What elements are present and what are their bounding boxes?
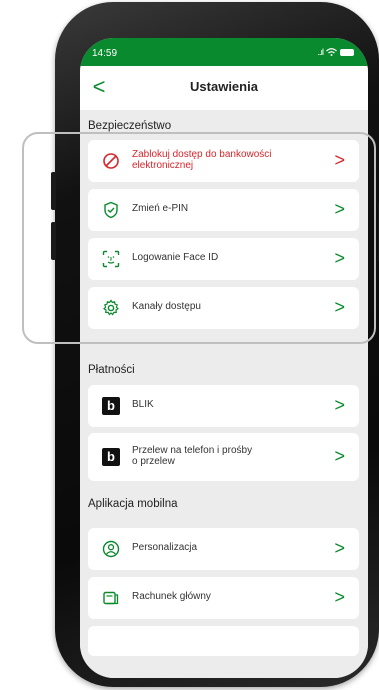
signal-icon: ..ıl [317,47,323,57]
settings-list: Bezpieczeństwo Zablokuj dostęp do bankow… [80,110,368,678]
chevron-right-icon: > [334,538,345,558]
access-channels-item[interactable]: Kanały dostępu > [88,287,359,329]
face-id-label: Logowanie Face ID [132,252,219,263]
gear-icon [103,299,119,316]
person-icon [102,540,120,558]
personalization-label: Personalizacja [132,542,198,553]
volume-button [51,172,56,210]
battery-icon [340,48,354,56]
status-icons: ..ıl [317,47,354,57]
section-title-mobile-app: Aplikacja mobilna [88,498,178,510]
status-bar: 14:59 ..ıl [80,44,368,62]
navigation-bar: < Ustawienia [80,66,368,110]
block-access-label: Zablokuj dostęp do bankowości elektronic… [132,149,272,171]
change-epin-label: Zmień e-PIN [132,203,189,214]
main-account-item[interactable]: Rachunek główny > [88,577,359,619]
block-access-label-line1: Zablokuj dostęp do bankowości [132,149,272,160]
shield-check-icon [104,201,118,219]
access-channels-label: Kanały dostępu [132,301,201,312]
chevron-right-icon: > [334,199,345,219]
personalization-item[interactable]: Personalizacja > [88,528,359,570]
phone-transfer-label-line2: o przelew [132,456,175,467]
card-icon [103,591,119,605]
chevron-right-icon: > [334,150,345,170]
blik-item[interactable]: b BLIK > [88,385,359,427]
phone-transfer-label: Przelew na telefon i prośby o przelew [132,445,252,467]
chevron-right-icon: > [334,297,345,317]
face-id-icon [102,250,120,268]
phone-transfer-item[interactable]: b Przelew na telefon i prośby o przelew … [88,433,359,481]
status-time: 14:59 [92,48,118,59]
page-title: Ustawienia [190,79,258,94]
phone-transfer-label-line1: Przelew na telefon i prośby [132,445,253,456]
change-epin-item[interactable]: Zmień e-PIN > [88,189,359,231]
section-title-security: Bezpieczeństwo [88,120,172,132]
blik-icon: b [102,448,120,466]
main-account-label: Rachunek główny [132,591,211,602]
block-access-item[interactable]: Zablokuj dostęp do bankowości elektronic… [88,140,359,182]
blik-icon: b [102,397,120,415]
chevron-right-icon: > [334,248,345,268]
wifi-icon [326,48,337,56]
blik-label: BLIK [132,399,154,410]
chevron-right-icon: > [334,446,345,466]
list-item-partial[interactable] [88,626,359,656]
block-icon [103,153,119,169]
volume-button [51,222,56,260]
chevron-right-icon: > [334,587,345,607]
face-id-item[interactable]: Logowanie Face ID > [88,238,359,280]
block-access-label-line2: elektronicznej [132,160,194,171]
chevron-right-icon: > [334,395,345,415]
section-title-payments: Płatności [88,364,135,376]
app-screen: 14:59 ..ıl < Ustawienia Bezpieczeństwo Z… [80,38,368,678]
